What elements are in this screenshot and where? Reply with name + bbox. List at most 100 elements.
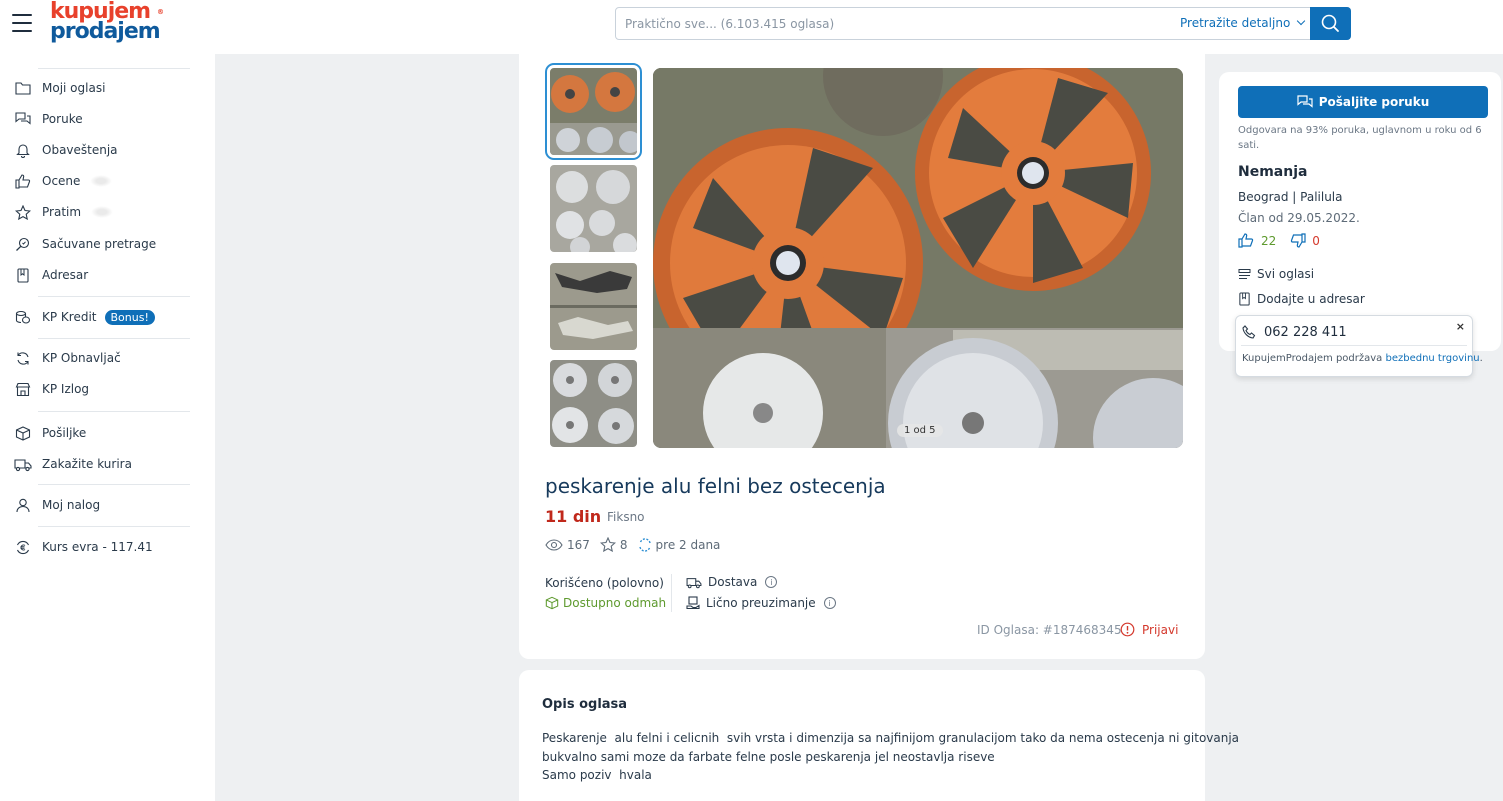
gallery-counter: 1 od 5 [897, 424, 943, 437]
coins-icon [14, 309, 32, 325]
favorites-stat[interactable]: 8 [599, 537, 628, 552]
sidebar-divider [38, 411, 190, 412]
sidebar-item-label: Moji oglasi [42, 81, 106, 95]
sidebar-item-poruke[interactable]: Poruke [14, 107, 83, 131]
gallery-thumbnail[interactable] [550, 360, 637, 447]
safe-trade-link[interactable]: bezbednu trgovinu [1385, 353, 1479, 364]
price-type: Fiksno [607, 510, 645, 524]
safety-note: KupujemProdajem podržava bezbednu trgovi… [1242, 353, 1483, 364]
user-icon [14, 497, 32, 513]
availability-label: Dostupno odmah [563, 596, 667, 610]
refresh-icon [638, 537, 651, 552]
star-icon [599, 537, 616, 552]
ad-title: peskarenje alu felni bez ostecenja [545, 474, 886, 498]
member-since: Član od 29.05.2022. [1238, 211, 1360, 225]
gallery-thumbnail[interactable] [550, 263, 637, 350]
address-book-icon [1239, 292, 1250, 306]
sidebar-item-adresar[interactable]: Adresar [14, 263, 88, 287]
views-count: 167 [567, 537, 590, 552]
sidebar-item-moji-oglasi[interactable]: Moji oglasi [14, 76, 105, 100]
sidebar-item-label: Pošiljke [42, 426, 87, 440]
truck-icon [14, 456, 32, 472]
sidebar-item-ocene[interactable]: Ocene [14, 169, 113, 193]
seller-name[interactable]: Nemanja [1238, 164, 1307, 180]
description-line: bukvalno sami moze da farbate felne posl… [542, 750, 995, 764]
detailed-search-label: Pretražite detaljno [1180, 16, 1291, 30]
sidebar-item-sacuvane-pretrage[interactable]: Sačuvane pretrage [14, 232, 156, 256]
report-button[interactable]: Prijavi [1120, 622, 1178, 637]
info-icon[interactable]: i [823, 597, 836, 609]
safety-note-suffix: . [1479, 353, 1483, 364]
pickup-option: Lično preuzimanje i [686, 596, 836, 610]
hand-package-icon [686, 596, 700, 610]
divider [1241, 345, 1467, 346]
seller-location: Beograd | Palilula [1238, 190, 1343, 204]
delivery-option: Dostava i [686, 575, 778, 589]
logo-registered-mark: ® [157, 8, 164, 16]
divider [671, 574, 672, 612]
item-condition: Korišćeno (polovno) [545, 576, 664, 590]
sidebar-item-kp-obnavljac[interactable]: KP Obnavljač [14, 346, 121, 370]
eye-icon [545, 538, 563, 551]
storefront-icon [14, 381, 32, 397]
sidebar-item-zakazite-kurira[interactable]: Zakažite kurira [14, 452, 132, 476]
menu-icon[interactable] [12, 14, 32, 32]
add-to-address-book-link[interactable]: Dodajte u adresar [1238, 292, 1365, 306]
sidebar-item-kp-kredit[interactable]: KP Kredit Bonus! [14, 305, 155, 329]
bonus-badge: Bonus! [104, 309, 155, 325]
sidebar-item-label: Moj nalog [42, 498, 101, 512]
star-icon [14, 204, 32, 220]
sidebar-item-label: Ocene [42, 174, 81, 188]
seller-ratings[interactable]: 22 0 [1238, 233, 1320, 248]
blurred-count [90, 175, 113, 187]
pickup-label: Lično preuzimanje [706, 596, 816, 610]
search-button[interactable] [1310, 7, 1351, 40]
sidebar-item-label: Sačuvane pretrage [42, 237, 157, 251]
description-line: Peskarenje alu felni i celicnih svih vrs… [542, 731, 1240, 745]
main-gallery-image[interactable] [653, 68, 1183, 448]
chevron-down-icon [1297, 16, 1306, 26]
gallery-thumbnail[interactable] [545, 63, 642, 160]
sidebar-divider [38, 484, 190, 485]
list-icon [1238, 268, 1251, 279]
sidebar-item-label: Poruke [42, 112, 83, 126]
sidebar-item-label: Kurs evra - 117.41 [42, 540, 153, 554]
sidebar-item-label: Adresar [42, 268, 89, 282]
site-logo[interactable]: kupujem prodajem ® [50, 1, 164, 44]
ad-id: ID Oglasa: #187468345 [977, 623, 1122, 637]
posted-stat: pre 2 dana [638, 537, 720, 552]
sidebar-item-label: Pratim [42, 205, 82, 219]
wheels-photo-thumbnail [550, 360, 637, 447]
favorites-count: 8 [619, 537, 628, 552]
ad-stats: 167 8 pre 2 dana [545, 537, 730, 552]
all-ads-link[interactable]: Svi oglasi [1238, 267, 1314, 281]
sidebar-item-kp-izlog[interactable]: KP Izlog [14, 377, 89, 401]
sidebar-item-posiljke[interactable]: Pošiljke [14, 421, 86, 445]
sidebar-item-moj-nalog[interactable]: Moj nalog [14, 493, 100, 517]
sidebar-item-obavestenja[interactable]: Obaveštenja [14, 138, 118, 162]
thumbs-up-icon [1238, 233, 1254, 248]
sidebar-divider [38, 296, 190, 297]
thumbs-down-icon [1291, 233, 1306, 248]
phone-number[interactable]: 062 228 411 [1264, 325, 1347, 340]
sidebar-divider [38, 68, 190, 69]
search-input[interactable] [617, 9, 1177, 38]
description-line: Samo poziv hvala [542, 768, 652, 782]
sidebar-item-label: Obaveštenja [42, 143, 118, 157]
positive-count: 22 [1261, 233, 1277, 248]
sidebar-item-pratim[interactable]: Pratim [14, 200, 114, 224]
wheels-photo [653, 68, 1183, 448]
ad-price: 11 din [545, 507, 602, 526]
report-label: Prijavi [1142, 622, 1179, 637]
gallery-thumbnail[interactable] [550, 165, 637, 252]
detailed-search-dropdown[interactable]: Pretražite detaljno [1180, 8, 1306, 39]
address-book-icon [14, 267, 32, 283]
info-icon[interactable]: i [765, 576, 778, 588]
close-icon[interactable]: × [1456, 320, 1465, 333]
send-message-button[interactable]: Pošaljite poruku [1238, 86, 1488, 118]
alert-icon [1120, 622, 1135, 637]
saved-search-icon [14, 236, 32, 252]
sidebar-item-kurs-evra[interactable]: Kurs evra - 117.41 [14, 535, 153, 559]
chat-icon [14, 111, 32, 127]
logo-text-bottom: prodajem [50, 19, 161, 44]
